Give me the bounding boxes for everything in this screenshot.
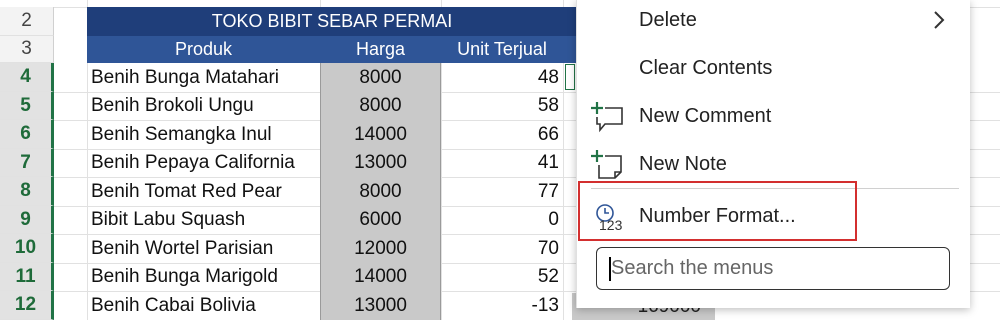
- chevron-right-icon: [929, 8, 949, 32]
- cell-produk[interactable]: Benih Bunga Matahari: [91, 63, 319, 92]
- row-header[interactable]: 10: [0, 234, 54, 263]
- text-cursor: [609, 257, 611, 281]
- table-title[interactable]: TOKO BIBIT SEBAR PERMAI: [87, 7, 577, 36]
- cell-harga[interactable]: 14000: [320, 263, 441, 291]
- cell-produk[interactable]: Benih Semangka Inul: [91, 120, 319, 149]
- row-header[interactable]: 12: [0, 291, 54, 320]
- menu-item-clear-contents[interactable]: Clear Contents: [577, 48, 970, 92]
- cell-harga[interactable]: 8000: [320, 177, 441, 206]
- cell-unit-terjual[interactable]: 48: [441, 63, 559, 92]
- highlight-box: [578, 181, 857, 241]
- cell-unit-terjual[interactable]: 52: [441, 263, 559, 291]
- active-cell-edge: [565, 64, 575, 90]
- row-header[interactable]: 7: [0, 149, 54, 177]
- column-header-harga[interactable]: Harga: [320, 36, 441, 63]
- cell-unit-terjual[interactable]: 77: [441, 177, 559, 206]
- cell-harga[interactable]: 8000: [320, 63, 441, 92]
- cell-unit-terjual[interactable]: 58: [441, 92, 559, 120]
- cell-harga[interactable]: 13000: [320, 149, 441, 177]
- search-menus-field[interactable]: [596, 247, 950, 290]
- menu-item-label: New Comment: [639, 105, 772, 127]
- search-menus-input[interactable]: [609, 256, 933, 281]
- menu-item-new-comment[interactable]: New Comment: [577, 96, 970, 140]
- new-note-icon: [591, 148, 625, 182]
- row-header[interactable]: 9: [0, 206, 54, 234]
- cell-produk[interactable]: Benih Pepaya California: [91, 149, 319, 177]
- cell-produk[interactable]: Bibit Labu Squash: [91, 206, 319, 234]
- cell-harga[interactable]: 12000: [320, 234, 441, 263]
- new-comment-icon: [591, 100, 625, 134]
- column-header-produk[interactable]: Produk: [87, 36, 320, 63]
- row-header[interactable]: 2: [0, 7, 54, 36]
- cell-unit-terjual[interactable]: 41: [441, 149, 559, 177]
- cell-unit-terjual[interactable]: -13: [441, 291, 559, 320]
- cell-harga[interactable]: 6000: [320, 206, 441, 234]
- row-header[interactable]: 8: [0, 177, 54, 206]
- row-header[interactable]: 3: [0, 36, 54, 63]
- cell-produk[interactable]: Benih Wortel Parisian: [91, 234, 319, 263]
- cell-harga[interactable]: 14000: [320, 120, 441, 149]
- row-header[interactable]: 11: [0, 263, 54, 291]
- menu-item-label: New Note: [639, 153, 727, 175]
- cell-produk[interactable]: Benih Brokoli Ungu: [91, 92, 319, 120]
- cell-produk[interactable]: Benih Cabai Bolivia: [91, 291, 319, 320]
- menu-item-delete[interactable]: Delete: [577, 0, 970, 44]
- cell-produk[interactable]: Benih Bunga Marigold: [91, 263, 319, 291]
- cell-harga[interactable]: 8000: [320, 92, 441, 120]
- cell-unit-terjual[interactable]: 70: [441, 234, 559, 263]
- cell-produk[interactable]: Benih Tomat Red Pear: [91, 177, 319, 206]
- cell-harga[interactable]: 13000: [320, 291, 441, 320]
- cell-unit-terjual[interactable]: 0: [441, 206, 559, 234]
- menu-item-label: Delete: [639, 9, 697, 31]
- menu-item-label: Clear Contents: [639, 57, 773, 79]
- row-header[interactable]: 6: [0, 120, 54, 149]
- row-header[interactable]: 5: [0, 92, 54, 120]
- column-header-unit-terjual[interactable]: Unit Terjual: [441, 36, 563, 63]
- row-header[interactable]: 4: [0, 63, 54, 92]
- cell-unit-terjual[interactable]: 66: [441, 120, 559, 149]
